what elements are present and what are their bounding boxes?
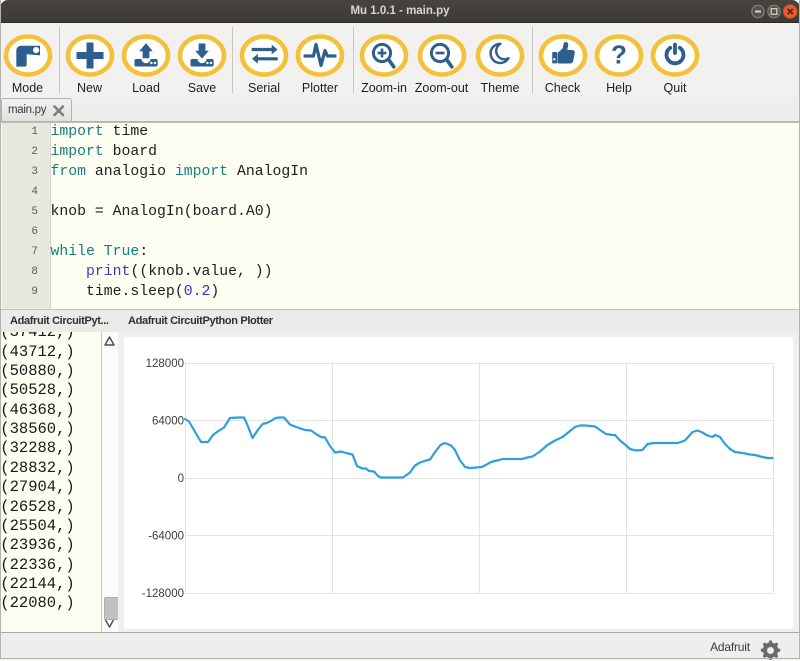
svg-text:-128000: -128000 <box>142 588 184 600</box>
svg-text:0: 0 <box>178 473 184 485</box>
svg-text:128000: 128000 <box>146 358 184 370</box>
svg-text:?: ? <box>611 40 627 70</box>
svg-text:-64000: -64000 <box>148 531 184 543</box>
svg-text:64000: 64000 <box>152 416 184 428</box>
